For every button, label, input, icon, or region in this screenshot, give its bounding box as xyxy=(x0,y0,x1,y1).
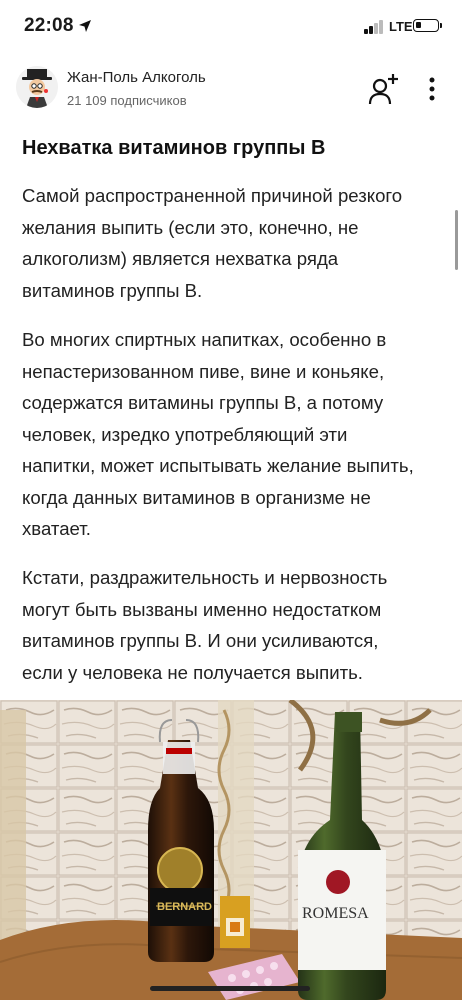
location-arrow-icon xyxy=(79,20,91,32)
article-paragraph: Во многих спиртных напитках, особенно в … xyxy=(22,329,414,539)
cellular-signal-icon xyxy=(364,20,386,34)
battery-icon xyxy=(413,19,439,32)
home-indicator[interactable] xyxy=(150,986,310,991)
article-heading: Нехватка витаминов группы В xyxy=(22,137,326,159)
avatar[interactable] xyxy=(16,66,58,108)
status-time: 22:08 xyxy=(24,15,74,36)
status-bar: 22:08 LTE xyxy=(0,0,462,56)
network-type: LTE xyxy=(389,19,413,34)
battery-tip xyxy=(440,23,442,28)
beer-label: BERNARD xyxy=(157,901,212,913)
article-body: Нехватка витаминов группы В Самой распро… xyxy=(22,134,422,683)
article-paragraph: Кстати, раздражительность и нервозность … xyxy=(22,567,388,683)
channel-header: Жан-Поль Алкоголь 21 109 подписчиков xyxy=(0,56,462,126)
channel-name[interactable]: Жан-Поль Алкоголь xyxy=(67,69,206,86)
avatar-cartoon-icon xyxy=(16,66,58,108)
article-photo[interactable]: BERNARD ROMESA xyxy=(0,700,462,1000)
vertical-dots-icon[interactable] xyxy=(420,74,444,104)
add-person-icon[interactable] xyxy=(366,72,400,106)
article-paragraph: Самой распространенной причиной резкого … xyxy=(22,185,403,301)
subscriber-count: 21 109 подписчиков xyxy=(67,93,187,108)
scrollbar[interactable] xyxy=(455,210,458,270)
wine-label: ROMESA xyxy=(302,905,369,922)
